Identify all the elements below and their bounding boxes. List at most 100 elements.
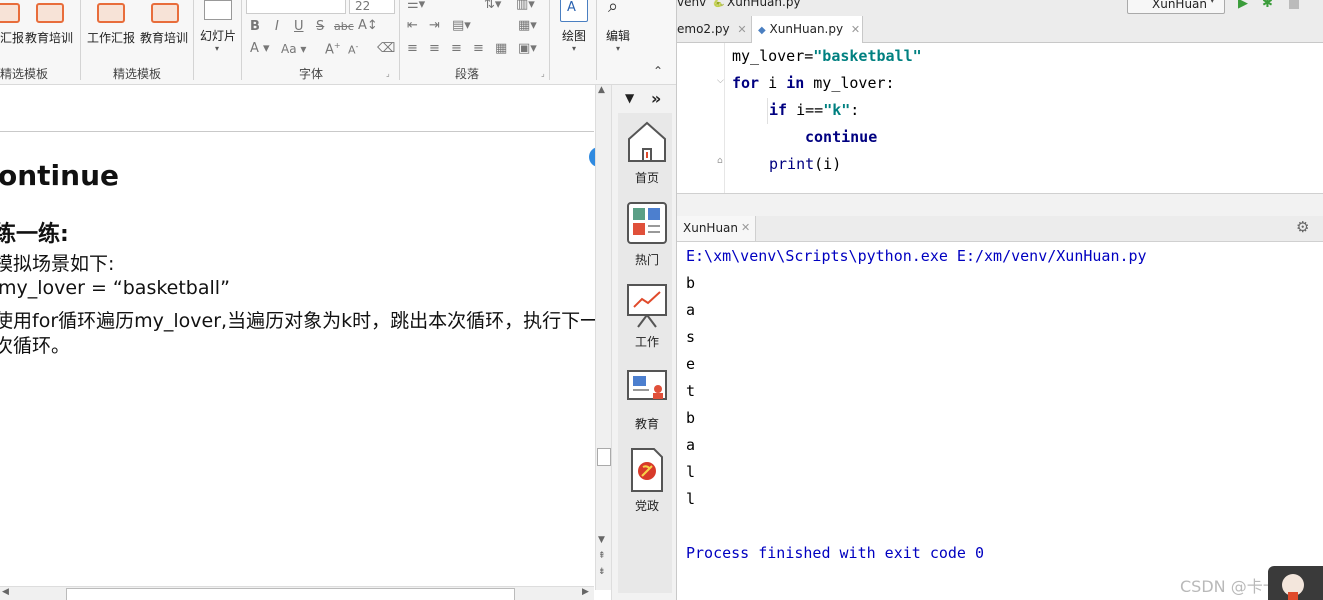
indent-guide	[767, 98, 768, 124]
side-item-hot[interactable]: 热门	[619, 201, 675, 268]
education-template-icon-2[interactable]	[151, 3, 179, 23]
code-editor[interactable]: ⌵ ⌂ my_lover="basketball" for i in my_lo…	[677, 43, 1323, 193]
console-command: E:\xm\venv\Scripts\python.exe E:/xm/venv…	[686, 247, 1147, 265]
console-line: t	[686, 382, 696, 400]
collapse-panel-icon[interactable]: »	[651, 89, 661, 108]
run-console[interactable]: E:\xm\venv\Scripts\python.exe E:/xm/venv…	[677, 242, 1323, 600]
font-color-icon[interactable]: A ▾	[250, 41, 270, 56]
code-string: "basketball"	[813, 47, 922, 65]
grow-font-icon[interactable]: A+	[325, 41, 341, 57]
sort-icon[interactable]: ⇅▾	[484, 0, 501, 12]
work-report-button[interactable]: 工作汇报	[87, 29, 135, 46]
tab-demo2-label: emo2.py	[677, 22, 730, 36]
editor-run-splitter[interactable]	[677, 193, 1323, 216]
education-template-button[interactable]: 教育培训	[25, 29, 73, 46]
side-item-party[interactable]: 党政	[619, 447, 675, 514]
next-page-icon[interactable]: ⇟	[598, 567, 606, 577]
console-line: a	[686, 436, 696, 454]
font-size-select[interactable]: 22	[349, 0, 395, 14]
strikethrough-button[interactable]: S	[316, 19, 324, 34]
stop-icon[interactable]	[1289, 0, 1299, 9]
report-template-button[interactable]: 汇报	[0, 29, 24, 46]
borders-icon[interactable]: ▣▾	[518, 41, 537, 56]
work-report-template-icon[interactable]	[97, 3, 125, 23]
chevron-down-icon[interactable]: ▾	[572, 44, 576, 53]
console-line: l	[686, 463, 696, 481]
home-icon	[628, 121, 666, 162]
run-config-select[interactable]: XunHuan ▾	[1127, 0, 1225, 14]
party-icon	[631, 448, 663, 492]
distributed-icon[interactable]: ▦	[495, 41, 507, 56]
side-item-education[interactable]: 教育	[619, 365, 675, 432]
gear-icon[interactable]: ⚙	[1296, 218, 1309, 236]
run-tab[interactable]: XunHuan ✕	[677, 216, 756, 241]
horizontal-scrollbar[interactable]: ◀ ▶	[0, 586, 594, 600]
panel-menu-icon[interactable]: ▼	[625, 91, 634, 105]
code-text: :	[850, 101, 860, 119]
h-scroll-thumb[interactable]	[66, 588, 515, 600]
scroll-down-icon[interactable]: ▼	[598, 535, 605, 545]
python-file-icon: ◆	[758, 25, 766, 36]
indent-decrease-icon[interactable]: ⇤	[407, 18, 418, 33]
align-right-icon[interactable]: ≡	[451, 41, 462, 56]
shrink-font-icon[interactable]: A-	[348, 42, 358, 57]
font-case-icon[interactable]: Aa ▾	[281, 42, 306, 56]
code-string: "k"	[823, 101, 851, 119]
prev-page-icon[interactable]: ⇞	[598, 551, 606, 561]
education-template-icon[interactable]	[36, 3, 64, 23]
tab-demo2[interactable]: emo2.py ✕	[677, 16, 749, 42]
slides-icon[interactable]	[204, 0, 232, 20]
close-icon[interactable]: ✕	[737, 23, 746, 36]
line-spacing-icon[interactable]: ▤▾	[452, 18, 471, 33]
chevron-down-icon[interactable]: ▾	[616, 44, 620, 53]
side-item-home[interactable]: 首页	[619, 119, 675, 186]
align-left-icon[interactable]: ≡	[407, 41, 418, 56]
editor-tabs: emo2.py ✕ ◆ XunHuan.py ✕	[677, 16, 1323, 43]
templates-group-label: 精选模板	[0, 67, 49, 81]
scroll-left-icon[interactable]: ◀	[2, 587, 9, 597]
underline-button[interactable]: U	[294, 19, 304, 34]
collapse-ribbon-icon[interactable]: ⌃	[653, 64, 663, 78]
align-center-icon[interactable]: ≡	[429, 41, 440, 56]
fold-icon[interactable]: ⌵	[717, 76, 724, 86]
slides-button[interactable]: 幻灯片	[200, 27, 236, 44]
python-file-icon: 🐍	[711, 0, 725, 8]
chevron-down-icon[interactable]: ▾	[215, 44, 219, 53]
debug-icon[interactable]: ✱	[1262, 0, 1273, 11]
group-divider	[549, 0, 550, 80]
run-icon[interactable]: ▶	[1238, 0, 1248, 11]
bullet-list-icon[interactable]: ☰▾	[407, 0, 425, 12]
document-page[interactable]: ontinue 练一练: 模拟场景如下: my_lover = “basketb…	[0, 85, 599, 590]
binoculars-icon[interactable]: ⌕	[608, 0, 618, 17]
side-item-work[interactable]: 工作	[619, 283, 675, 350]
scroll-thumb[interactable]	[597, 448, 611, 466]
expand-dialog-icon[interactable]: ⌟	[541, 69, 545, 78]
paragraph-spacing-icon[interactable]: ▦▾	[518, 18, 537, 33]
vertical-scrollbar[interactable]: ▲ ▼ ⇞ ⇟	[595, 85, 611, 590]
abc-strike-button[interactable]: abc	[334, 20, 354, 33]
draw-button[interactable]: 绘图	[562, 27, 586, 44]
breadcrumb-venv[interactable]: venv	[677, 0, 706, 9]
scroll-up-icon[interactable]: ▲	[598, 85, 605, 95]
scroll-right-icon[interactable]: ▶	[582, 587, 589, 597]
columns-icon[interactable]: ▥▾	[516, 0, 535, 12]
console-line: b	[686, 274, 696, 292]
bold-button[interactable]: B	[250, 19, 260, 34]
align-justify-icon[interactable]: ≡	[473, 41, 484, 56]
expand-dialog-icon[interactable]: ⌟	[386, 69, 390, 78]
close-icon[interactable]: ✕	[851, 23, 860, 36]
fold-end-icon[interactable]: ⌂	[717, 156, 723, 166]
clear-format-icon[interactable]: ⌫	[377, 41, 395, 56]
close-icon[interactable]: ✕	[741, 221, 750, 234]
text-spacing-icon[interactable]: A↕	[358, 18, 378, 33]
doc-heading: ontinue	[0, 159, 120, 192]
breadcrumb-file[interactable]: XunHuan.py	[727, 0, 801, 9]
draw-icon[interactable]: A	[560, 0, 588, 22]
italic-button[interactable]: I	[275, 19, 279, 34]
report-template-icon[interactable]	[0, 3, 20, 23]
font-name-select[interactable]	[246, 0, 346, 14]
tab-xunhuan[interactable]: ◆ XunHuan.py ✕	[751, 16, 863, 43]
edit-button[interactable]: 编辑	[606, 27, 630, 44]
indent-increase-icon[interactable]: ⇥	[429, 18, 440, 33]
education-template-button-2[interactable]: 教育培训	[140, 29, 188, 46]
